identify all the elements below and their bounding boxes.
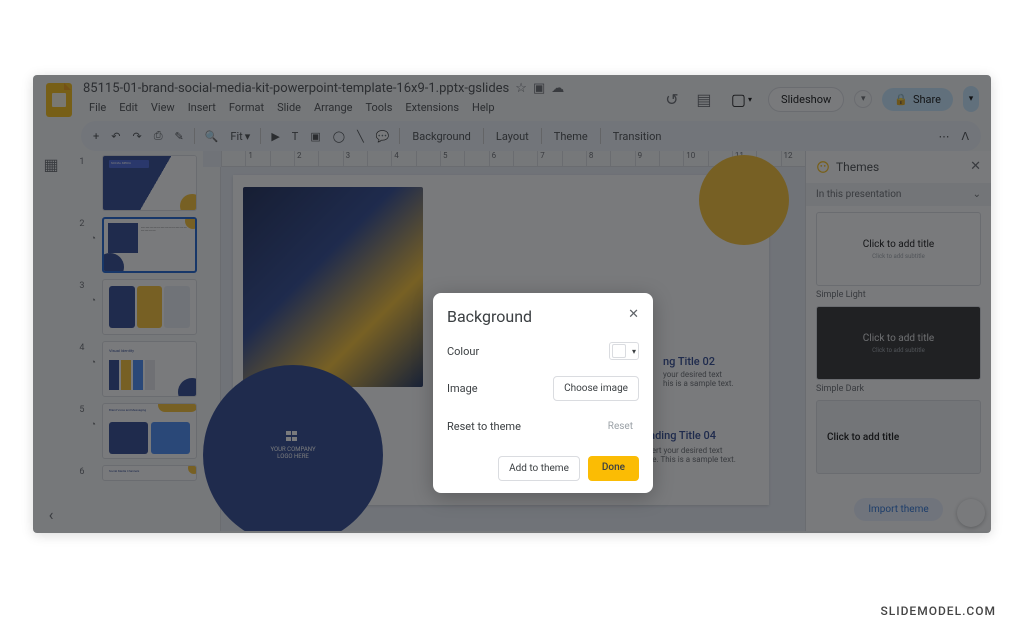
app-window: 85115-01-brand-social-media-kit-powerpoi… [33,75,991,533]
theme-card[interactable]: Click to add title [816,400,981,474]
slide-thumbnail[interactable]: Social Media Channels [102,465,197,481]
menu-slide[interactable]: Slide [271,98,307,117]
zoom-button[interactable]: 🔍 [201,127,223,146]
colour-label: Colour [447,345,479,358]
background-button[interactable]: Background [406,127,476,146]
slide-thumbnail-selected[interactable]: aaaa aaa aaa aaa aaa aaa aaa aaa aaa aaa… [102,217,197,273]
theme-card-simple-dark[interactable]: Click to add title Click to add subtitle [816,306,981,380]
watermark: SLIDEMODEL.COM [880,604,996,618]
more-toolbar-icon[interactable]: ⋯ [934,127,953,146]
cloud-status-icon[interactable]: ☁ [551,82,564,95]
comment-indicator-icon [88,465,97,481]
themes-panel: Themes ✕ In this presentation⌄ Click to … [805,151,991,531]
menu-extensions[interactable]: Extensions [399,98,465,117]
image-button[interactable]: ▣ [306,127,324,146]
slide-thumbnail[interactable]: SOCIAL MEDIA [102,155,197,211]
redo-button[interactable]: ↷ [128,127,145,146]
slide-number: 2 [75,217,84,229]
line-button[interactable]: ╲ [353,127,368,146]
video-icon: ▢ [731,90,746,109]
document-title[interactable]: 85115-01-brand-social-media-kit-powerpoi… [83,81,509,96]
comment-indicator-icon: ◔ [88,403,97,430]
slide-number: 4 [75,341,84,353]
reset-button[interactable]: Reset [602,417,639,436]
slide-number: 3 [75,279,84,291]
menu-help[interactable]: Help [466,98,501,117]
close-icon[interactable]: ✕ [970,159,981,174]
lock-icon: 🔒 [894,93,908,106]
select-tool[interactable]: ▶ [267,127,283,146]
menu-file[interactable]: File [83,98,112,117]
print-button[interactable]: ⎙ [150,126,167,146]
menu-insert[interactable]: Insert [182,98,222,117]
menu-edit[interactable]: Edit [113,98,144,117]
move-folder-icon[interactable]: ▣ [533,82,545,95]
slide-thumbnail[interactable] [102,279,197,335]
chevron-down-icon: ⌄ [973,189,981,200]
grid-icon [286,431,300,443]
add-to-theme-button[interactable]: Add to theme [498,456,580,481]
filmstrip: 1 SOCIAL MEDIA 2 ◔ aaaa aaa aaa aaa aaa a… [69,151,203,531]
slideshow-button[interactable]: Slideshow [768,87,844,112]
comments-icon[interactable]: ▤ [693,88,715,110]
grid-view-icon[interactable]: ▦ [42,155,60,173]
decorative-circle [699,155,789,245]
comment-indicator-icon: ◔ [88,341,97,368]
theme-button[interactable]: Theme [548,127,594,146]
heading: ng Title 02 [663,355,715,368]
textbox-button[interactable]: T [288,127,303,146]
menu-bar: File Edit View Insert Format Slide Arran… [83,98,661,117]
themes-title: Themes [836,160,964,174]
slide-number: 5 [75,403,84,415]
done-button[interactable]: Done [588,456,639,481]
themes-icon [816,160,830,174]
toolbar: + ↶ ↷ ⎙ ✎ 🔍 Fit ▾ ▶ T ▣ ◯ ╲ 💬 Background… [81,121,981,151]
collapse-toolbar-icon[interactable]: ᐱ [957,127,973,146]
image-label: Image [447,382,478,395]
colour-picker[interactable]: ▾ [609,342,639,360]
reset-label: Reset to theme [447,420,521,433]
menu-view[interactable]: View [145,98,181,117]
transition-button[interactable]: Transition [607,127,668,146]
dialog-title: Background [447,307,639,326]
comment-indicator-icon: ◔ [88,217,97,244]
history-icon[interactable]: ↺ [661,88,683,110]
background-dialog: Background ✕ Colour ▾ Image Choose image… [433,293,653,493]
menu-tools[interactable]: Tools [359,98,398,117]
import-theme-button[interactable]: Import theme [854,498,942,521]
themes-subheader[interactable]: In this presentation⌄ [806,183,991,206]
slide-thumbnail[interactable]: Brand Voice and Messaging [102,403,197,459]
placeholder-image[interactable] [243,187,423,387]
shape-button[interactable]: ◯ [329,127,349,146]
logo-placeholder[interactable]: YOUR COMPANY LOGO HERE [203,365,383,531]
menu-arrange[interactable]: Arrange [308,98,358,117]
undo-button[interactable]: ↶ [107,127,124,146]
slides-logo-icon[interactable] [43,80,75,120]
menu-format[interactable]: Format [223,98,270,117]
chevron-down-icon: ▾ [632,347,636,356]
comment-indicator-icon: ◔ [88,279,97,306]
slide-number: 1 [75,155,84,167]
paint-format-button[interactable]: ✎ [171,127,188,146]
present-dropdown[interactable]: ▢▾ [725,88,758,111]
share-dropdown[interactable]: ▾ [963,86,979,112]
new-slide-button[interactable]: + [89,127,103,146]
close-icon[interactable]: ✕ [628,307,639,322]
comment-button[interactable]: 💬 [372,127,394,146]
slideshow-dropdown[interactable]: ▾ [854,90,872,108]
side-rail: ▦ ‹ [33,151,69,531]
theme-card-simple-light[interactable]: Click to add title Click to add subtitle [816,212,981,286]
slide-number: 6 [75,465,84,477]
slide-thumbnail[interactable]: Visual Identity [102,341,197,397]
star-icon[interactable]: ☆ [515,82,527,95]
zoom-fit[interactable]: Fit ▾ [226,127,254,146]
title-bar: 85115-01-brand-social-media-kit-powerpoi… [33,75,991,119]
layout-button[interactable]: Layout [490,127,535,146]
explore-fab[interactable] [957,499,985,527]
share-button[interactable]: 🔒Share [882,88,953,111]
choose-image-button[interactable]: Choose image [553,376,639,401]
comment-indicator-icon [88,155,97,171]
collapse-rail-icon[interactable]: ‹ [42,505,60,523]
